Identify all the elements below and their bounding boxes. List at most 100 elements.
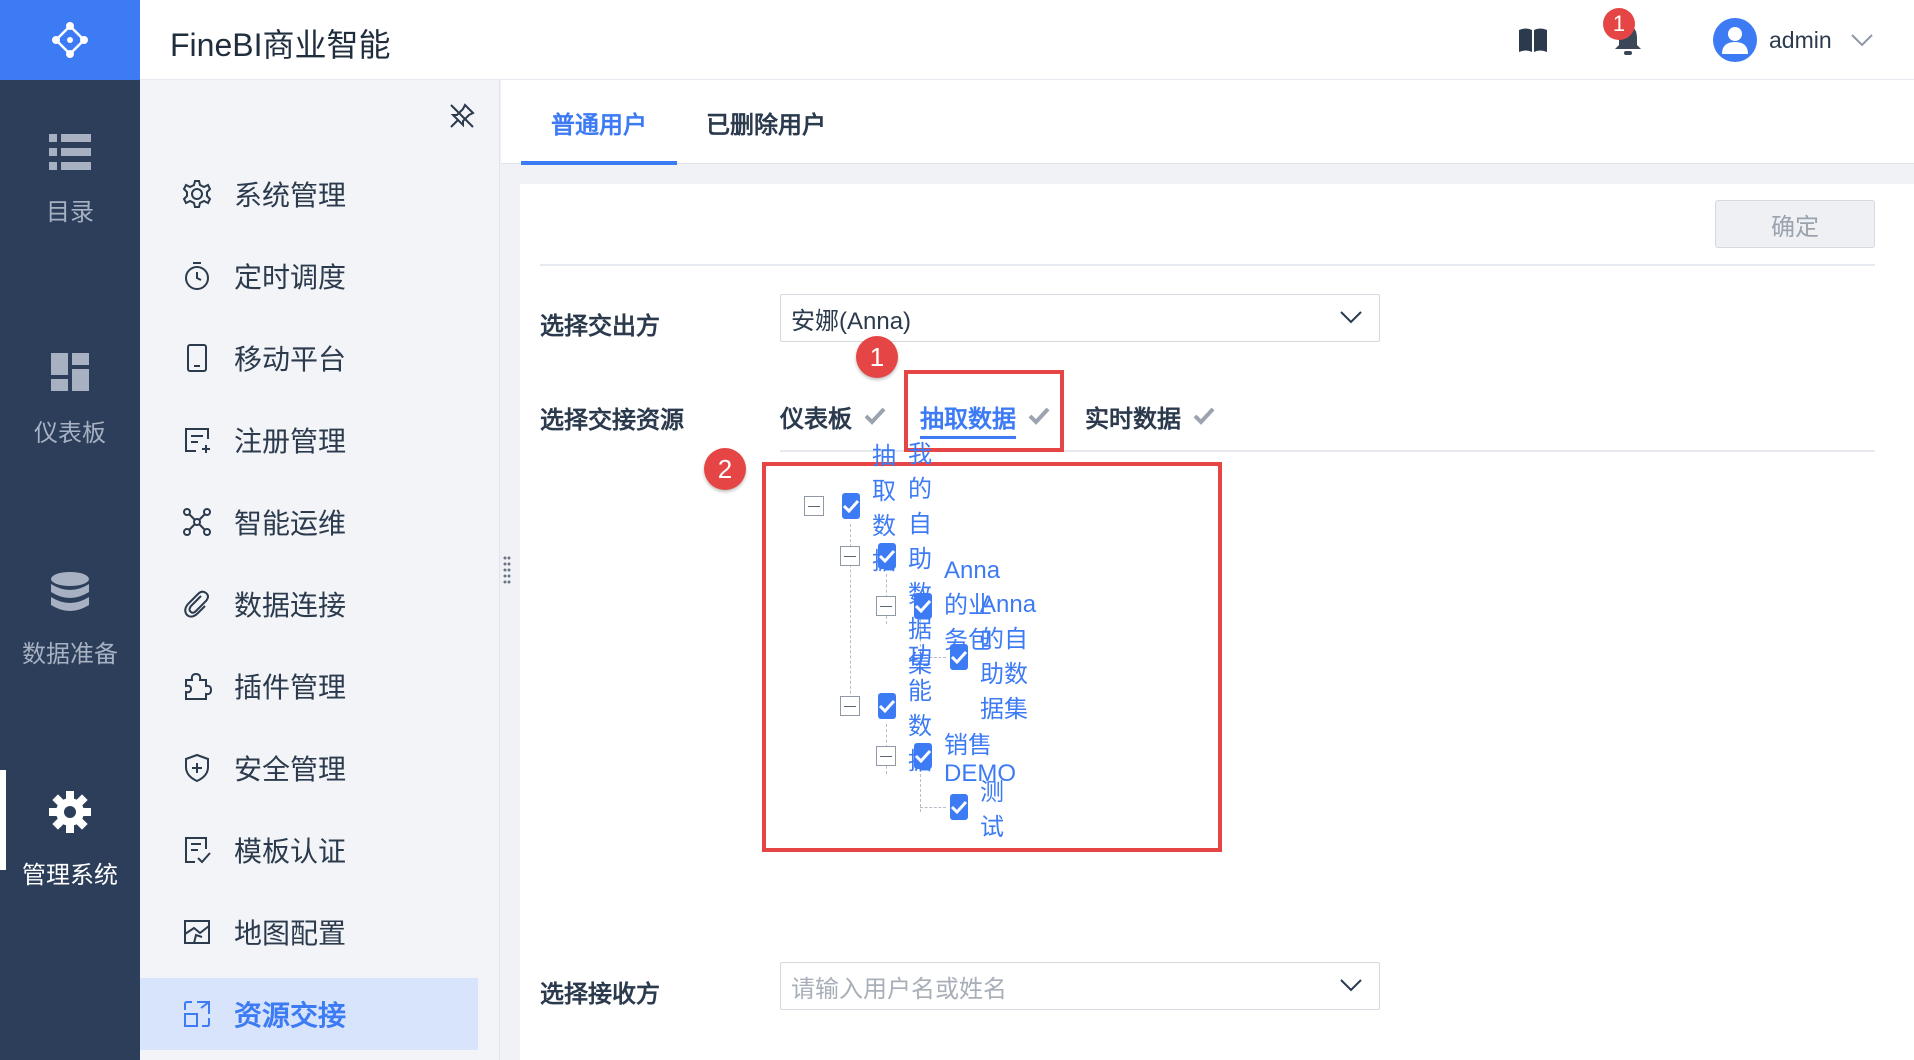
checkbox[interactable] — [878, 693, 896, 719]
tree-node[interactable]: 功能数据 — [878, 643, 940, 775]
callout-badge: 1 — [856, 336, 898, 378]
sidebar-item-label: 移动平台 — [234, 344, 347, 375]
left-nav: 目录 仪表板 数据准备 管理系统 — [0, 0, 140, 1060]
checkbox[interactable] — [842, 493, 860, 519]
sidebar-item-mobile[interactable]: 移动平台 — [140, 322, 478, 394]
sidebar-item-handover[interactable]: 资源交接 — [140, 978, 478, 1050]
divider — [540, 264, 1875, 266]
sidebar-item-template-auth[interactable]: 模板认证 — [140, 814, 478, 886]
tab-deleted-users[interactable]: 已删除用户 — [691, 80, 841, 164]
sender-value: 安娜(Anna) — [791, 307, 912, 335]
book-icon — [1519, 28, 1547, 52]
sidebar-item-label: 数据连接 — [234, 590, 347, 621]
app-title: FineBI商业智能 — [170, 27, 391, 63]
sidebar-item-label: 定时调度 — [234, 262, 347, 293]
resource-tab-dashboard[interactable]: 仪表板 — [780, 392, 886, 440]
puzzle-icon — [180, 669, 214, 703]
sidebar-item-schedule[interactable]: 定时调度 — [140, 240, 478, 312]
resource-tab-label: 仪表板 — [780, 405, 852, 433]
sidebar-resize-handle[interactable] — [503, 556, 511, 584]
help-docs-button[interactable] — [1518, 26, 1548, 54]
tab-label: 普通用户 — [551, 111, 647, 139]
resource-label: 选择交接资源 — [540, 407, 684, 434]
database-icon — [51, 571, 89, 611]
sidebar-item-label: 插件管理 — [234, 672, 347, 703]
check-icon — [950, 800, 968, 814]
sidebar-item-security[interactable]: 安全管理 — [140, 732, 478, 804]
checkbox[interactable] — [950, 794, 968, 820]
gear-outline-icon — [180, 177, 214, 211]
network-icon — [180, 505, 214, 539]
register-icon — [180, 423, 214, 457]
receiver-label: 选择接收方 — [540, 981, 660, 1008]
app-logo[interactable] — [0, 0, 140, 80]
avatar — [1713, 18, 1757, 62]
checkbox[interactable] — [950, 644, 968, 670]
sidebar-item-label: 智能运维 — [234, 508, 347, 539]
nav-item-data-prep[interactable]: 数据准备 — [0, 540, 140, 700]
tree-node[interactable]: Anna的自助数据集 — [950, 591, 1044, 723]
check-icon — [878, 699, 896, 713]
sidebar-item-ops[interactable]: 智能运维 — [140, 486, 478, 558]
map-icon — [180, 915, 214, 949]
sidebar-item-plugins[interactable]: 插件管理 — [140, 650, 478, 722]
list-icon — [49, 133, 91, 170]
collapse-toggle[interactable] — [840, 546, 860, 566]
check-icon — [914, 749, 932, 763]
link-icon — [180, 587, 214, 621]
callout-badge: 2 — [704, 448, 746, 490]
collapse-toggle[interactable] — [840, 696, 860, 716]
user-menu[interactable]: admin — [1713, 18, 1874, 62]
sender-label: 选择交出方 — [540, 313, 660, 340]
sidebar-item-connection[interactable]: 数据连接 — [140, 568, 478, 640]
tree-node[interactable]: 我的自助数据集 — [878, 441, 940, 678]
shield-icon — [180, 751, 214, 785]
nav-item-dashboard[interactable]: 仪表板 — [0, 320, 140, 480]
collapse-toggle[interactable] — [876, 596, 896, 616]
checkbox[interactable] — [878, 543, 896, 569]
sidebar-item-register[interactable]: 注册管理 — [140, 404, 478, 476]
collapse-toggle[interactable] — [804, 496, 824, 516]
username: admin — [1769, 26, 1832, 53]
resource-tab-label: 实时数据 — [1085, 405, 1181, 433]
top-header: FineBI商业智能 1 admin — [140, 0, 1914, 80]
check-icon — [950, 650, 968, 664]
chevron-down-icon — [1340, 311, 1362, 324]
admin-sidebar: 系统管理 定时调度 移动平台 注册管理 智能运维 数据连接 插件管理 安全管理 … — [140, 80, 500, 1060]
sidebar-item-label: 注册管理 — [234, 426, 347, 457]
sidebar-item-label: 资源交接 — [234, 1000, 347, 1031]
sender-select[interactable]: 安娜(Anna) — [780, 294, 1380, 342]
tree-node-label: Anna的自助数据集 — [980, 590, 1037, 723]
handover-panel: 确定 选择交出方 安娜(Anna) 选择交接资源 仪表板 抽取数据 实时数据 1… — [520, 184, 1914, 1060]
user-type-tabs: 普通用户 已删除用户 — [501, 80, 1914, 165]
notification-badge: 1 — [1603, 8, 1635, 40]
dashboard-icon — [51, 352, 89, 391]
confirm-button[interactable]: 确定 — [1715, 200, 1875, 248]
pin-sidebar-button[interactable] — [448, 102, 476, 130]
tree-node[interactable]: 测试 — [950, 779, 1012, 841]
checkbox[interactable] — [914, 593, 932, 619]
timer-icon — [180, 259, 214, 293]
nav-item-catalog[interactable]: 目录 — [0, 100, 140, 260]
nav-label: 管理系统 — [22, 861, 118, 889]
collapse-toggle[interactable] — [876, 746, 896, 766]
check-icon — [842, 499, 860, 513]
tab-normal-users[interactable]: 普通用户 — [521, 80, 677, 165]
receiver-select[interactable]: 请输入用户名或姓名 — [780, 962, 1380, 1010]
tree-node[interactable]: 销售DEMO — [914, 732, 1024, 787]
user-icon — [1722, 27, 1748, 54]
nav-label: 数据准备 — [22, 640, 118, 668]
nav-item-admin[interactable]: 管理系统 — [0, 760, 140, 920]
check-icon — [864, 407, 886, 425]
tree-node[interactable]: 抽取数据 — [842, 443, 904, 575]
sidebar-item-system[interactable]: 系统管理 — [140, 158, 478, 230]
tab-label: 已删除用户 — [706, 111, 826, 139]
checkbox[interactable] — [914, 743, 932, 769]
sidebar-item-label: 系统管理 — [234, 180, 347, 211]
resource-tab-realtime[interactable]: 实时数据 — [1085, 392, 1215, 440]
tablet-icon — [180, 341, 214, 375]
receiver-placeholder: 请输入用户名或姓名 — [791, 975, 1007, 1003]
unpin-icon — [450, 103, 475, 128]
sidebar-item-map[interactable]: 地图配置 — [140, 896, 478, 968]
tree-node-label: 测试 — [980, 779, 1004, 841]
